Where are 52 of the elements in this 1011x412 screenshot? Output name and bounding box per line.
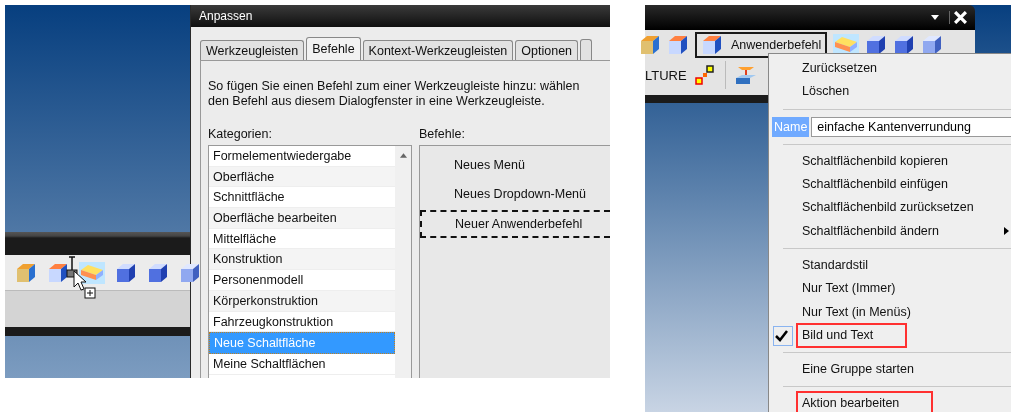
list-item[interactable]: Oberfläche bearbeiten: [209, 208, 395, 229]
dialog-title: Anpassen: [199, 9, 253, 23]
menu-item[interactable]: Löschen: [796, 79, 856, 105]
cube-icon[interactable]: [639, 34, 661, 56]
name-field[interactable]: einfache Kantenverrundung: [811, 116, 1011, 137]
categories-label: Kategorien:: [208, 127, 273, 143]
scroll-up-icon[interactable]: [399, 153, 407, 158]
command-item[interactable]: Neuer Anwenderbefehl: [420, 210, 610, 238]
menu-item[interactable]: Eine Gruppe starten: [796, 357, 920, 383]
cube-icon[interactable]: [893, 34, 916, 56]
cube-icon: [701, 34, 723, 56]
custom-command-button[interactable]: Anwenderbefehl: [695, 32, 828, 58]
menu-item[interactable]: Schaltflächenbild einfügen: [796, 172, 954, 198]
close-icon[interactable]: [949, 11, 967, 24]
menu-item[interactable]: Nur Text (Immer): [796, 276, 902, 302]
menu-item[interactable]: Standardstil: [796, 252, 874, 278]
toolbar-label[interactable]: LTURE: [645, 67, 687, 83]
menu-item[interactable]: Zurücksetzen: [796, 56, 884, 82]
menu-item[interactable]: Bild und Text: [796, 322, 908, 348]
tab[interactable]: [580, 39, 593, 60]
list-item[interactable]: Körperkonstruktion: [209, 290, 395, 312]
list-item[interactable]: Konstruktion: [209, 249, 395, 271]
tab[interactable]: Kontext-Werkzeugleisten: [362, 40, 514, 60]
name-label: Name: [772, 116, 810, 137]
cube-icon[interactable]: [179, 261, 201, 284]
menu-item[interactable]: Schaltflächenbild zurücksetzen: [796, 195, 980, 221]
list-item[interactable]: Oberfläche: [209, 166, 395, 188]
cube-icon[interactable]: [15, 261, 37, 284]
slab-icon[interactable]: [79, 261, 105, 284]
command-item[interactable]: Neues Menü: [420, 152, 610, 178]
cube-icon[interactable]: [47, 261, 69, 284]
nodes-icon[interactable]: [694, 64, 717, 86]
menu-item[interactable]: Aktion bearbeiten: [796, 391, 934, 412]
drag-cursor-icon: [63, 255, 99, 299]
tab[interactable]: Befehle: [306, 37, 361, 60]
cube-icon[interactable]: [115, 261, 137, 284]
cube-icon[interactable]: [667, 34, 689, 56]
tab[interactable]: Optionen: [515, 40, 579, 60]
cube-icon[interactable]: [921, 34, 944, 56]
extrude-icon[interactable]: [733, 64, 758, 86]
menu-item[interactable]: Schaltflächenbild ändern: [796, 218, 945, 244]
menu-item[interactable]: Schaltflächenbild kopieren: [796, 148, 954, 174]
menu-item[interactable]: Nur Text (in Menüs): [796, 299, 917, 325]
cube-icon[interactable]: [147, 261, 169, 284]
command-item[interactable]: Neues Dropdown-Menü: [420, 181, 610, 207]
slab-icon[interactable]: [833, 34, 860, 56]
tab[interactable]: Werkzeugleisten: [200, 40, 305, 60]
dropdown-icon[interactable]: [931, 15, 939, 20]
instruction-text: So fügen Sie einen Befehl zum einer Werkzeugleiste hinzu: wählen: [208, 79, 581, 94]
instruction-text: den Befehl aus diesem Dialogfenster in eine Werkzeugleiste.: [208, 94, 546, 109]
cube-icon[interactable]: [865, 34, 888, 56]
commands-label: Befehle:: [419, 127, 466, 143]
